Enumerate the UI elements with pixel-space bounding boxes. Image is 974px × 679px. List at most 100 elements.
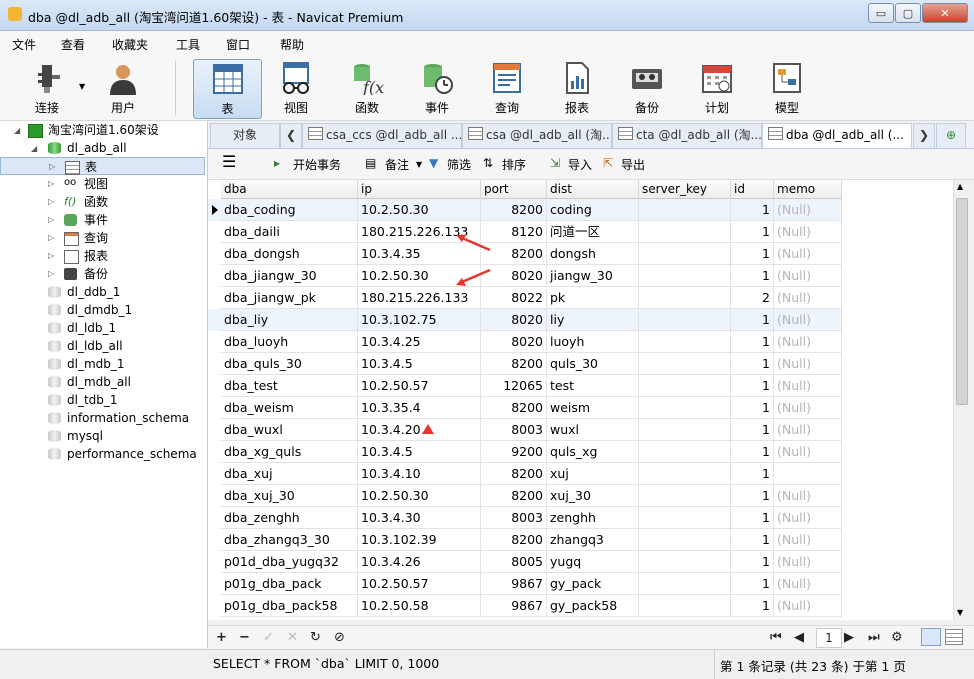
table-row[interactable]: dba_zhangq3_30 10.3.102.39 8200 zhangq3 1 (Nu… [208, 529, 842, 551]
row-selector[interactable] [208, 221, 222, 243]
cell-id[interactable]: 1 [731, 551, 774, 573]
table-row[interactable]: dba_xuj 10.3.4.10 8200 xuj 1 [208, 463, 842, 485]
cell-server-key[interactable] [639, 287, 731, 309]
tree-database[interactable]: dl_ldb_1 [0, 319, 205, 337]
cell-memo[interactable]: (Null) [774, 375, 842, 397]
scroll-down-icon[interactable]: ▼ [957, 608, 963, 617]
refresh-icon[interactable]: ↻ [310, 630, 321, 645]
tree-database[interactable]: dl_ldb_all [0, 337, 205, 355]
next-page-icon[interactable]: ▶ [844, 630, 854, 645]
cell-dist[interactable]: zenghh [547, 507, 639, 529]
cell-port[interactable]: 8003 [481, 507, 547, 529]
cell-memo[interactable] [774, 463, 842, 485]
menu-file[interactable]: 文件 [12, 36, 36, 53]
cell-server-key[interactable] [639, 331, 731, 353]
cell-memo[interactable]: (Null) [774, 485, 842, 507]
cell-id[interactable]: 1 [731, 353, 774, 375]
cell-server-key[interactable] [639, 221, 731, 243]
cell-dba[interactable]: dba_zhangq3_30 [221, 529, 358, 551]
form-view-icon[interactable] [945, 629, 963, 645]
cell-server-key[interactable] [639, 353, 731, 375]
cell-dist[interactable]: dongsh [547, 243, 639, 265]
cell-dba[interactable]: dba_xg_quls [221, 441, 358, 463]
cell-server-key[interactable] [639, 199, 731, 221]
cell-port[interactable]: 8200 [481, 397, 547, 419]
cell-dist[interactable]: gy_pack58 [547, 595, 639, 617]
menu-window[interactable]: 窗口 [226, 36, 250, 53]
toolbar-backup-button[interactable]: 备份 [616, 59, 678, 117]
cell-id[interactable]: 1 [731, 243, 774, 265]
cell-port[interactable]: 8200 [481, 485, 547, 507]
column-header-ip[interactable]: ip [358, 180, 481, 199]
tree-item-functions[interactable]: ▷ f() 函数 [0, 193, 205, 211]
table-row[interactable]: dba_test 10.2.50.57 12065 test 1 (Null) [208, 375, 842, 397]
table-row[interactable]: p01d_dba_yugq32 10.3.4.26 8005 yugq 1 (Null) [208, 551, 842, 573]
cell-dist[interactable]: yugq [547, 551, 639, 573]
cell-id[interactable]: 1 [731, 485, 774, 507]
row-selector[interactable] [208, 529, 222, 551]
cell-id[interactable]: 1 [731, 507, 774, 529]
expand-icon[interactable]: ▷ [48, 193, 54, 211]
tree-item-backups[interactable]: ▷ 备份 [0, 265, 205, 283]
table-row[interactable]: dba_quls_30 10.3.4.5 8200 quls_30 1 (Null) [208, 353, 842, 375]
cell-id[interactable]: 1 [731, 265, 774, 287]
cell-server-key[interactable] [639, 441, 731, 463]
cell-server-key[interactable] [639, 573, 731, 595]
cell-dist[interactable]: luoyh [547, 331, 639, 353]
row-selector[interactable] [208, 309, 222, 331]
cell-memo[interactable]: (Null) [774, 309, 842, 331]
grid-view-icon[interactable] [921, 628, 941, 646]
collapse-icon[interactable]: ◢ [14, 122, 20, 140]
import-button[interactable]: 导入 [568, 156, 592, 173]
add-record-icon[interactable]: + [216, 630, 227, 645]
cell-ip[interactable]: 180.215.226.133 [358, 287, 481, 309]
cell-port[interactable]: 12065 [481, 375, 547, 397]
cell-id[interactable]: 1 [731, 441, 774, 463]
cell-id[interactable]: 1 [731, 331, 774, 353]
apply-icon[interactable]: ✓ [263, 630, 274, 645]
sort-button[interactable]: 排序 [502, 156, 526, 173]
cell-dba[interactable]: p01g_dba_pack [221, 573, 358, 595]
cell-port[interactable]: 8003 [481, 419, 547, 441]
expand-icon[interactable]: ▷ [48, 247, 54, 265]
cell-id[interactable]: 1 [731, 419, 774, 441]
cell-dist[interactable]: gy_pack [547, 573, 639, 595]
row-selector[interactable] [208, 331, 222, 353]
cell-dba[interactable]: dba_xuj [221, 463, 358, 485]
tree-database[interactable]: mysql [0, 427, 205, 445]
cell-server-key[interactable] [639, 463, 731, 485]
tree-item-tables[interactable]: ▷ 表 [0, 157, 205, 175]
table-row[interactable]: dba_xg_quls 10.3.4.5 9200 quls_xg 1 (Null) [208, 441, 842, 463]
toolbar-table-button[interactable]: 表 [193, 59, 262, 119]
export-button[interactable]: 导出 [621, 156, 645, 173]
cell-dba[interactable]: dba_luoyh [221, 331, 358, 353]
first-page-icon[interactable]: ⏮ [770, 630, 782, 645]
cell-memo[interactable]: (Null) [774, 595, 842, 617]
cell-port[interactable]: 9200 [481, 441, 547, 463]
tree-database-active[interactable]: ◢ dl_adb_all [0, 139, 205, 157]
tab-scroll-left[interactable]: ❮ [280, 123, 302, 148]
tree-database[interactable]: dl_mdb_all [0, 373, 205, 391]
cell-dist[interactable]: weism [547, 397, 639, 419]
tree-connection[interactable]: ◢ 淘宝湾问道1.60架设 [0, 121, 205, 139]
cell-dist[interactable]: quls_xg [547, 441, 639, 463]
tree-item-views[interactable]: ▷ oo 视图 [0, 175, 205, 193]
cell-ip[interactable]: 10.2.50.57 [358, 375, 481, 397]
cell-dba[interactable]: dba_daili [221, 221, 358, 243]
cell-server-key[interactable] [639, 419, 731, 441]
row-selector[interactable] [208, 287, 222, 309]
row-selector[interactable] [208, 573, 222, 595]
cell-server-key[interactable] [639, 243, 731, 265]
cell-ip[interactable]: 10.2.50.30 [358, 485, 481, 507]
cell-dba[interactable]: dba_quls_30 [221, 353, 358, 375]
table-row[interactable]: dba_zenghh 10.3.4.30 8003 zenghh 1 (Null) [208, 507, 842, 529]
cell-port[interactable]: 8200 [481, 353, 547, 375]
cell-port[interactable]: 8200 [481, 463, 547, 485]
toolbar-model-button[interactable]: 模型 [756, 59, 818, 117]
note-dropdown-icon[interactable]: ▼ [416, 160, 422, 169]
cell-ip[interactable]: 10.3.4.20 [358, 419, 481, 441]
cell-ip[interactable]: 10.2.50.30 [358, 199, 481, 221]
cell-ip[interactable]: 10.3.4.30 [358, 507, 481, 529]
cell-dba[interactable]: dba_jiangw_30 [221, 265, 358, 287]
cell-memo[interactable]: (Null) [774, 573, 842, 595]
